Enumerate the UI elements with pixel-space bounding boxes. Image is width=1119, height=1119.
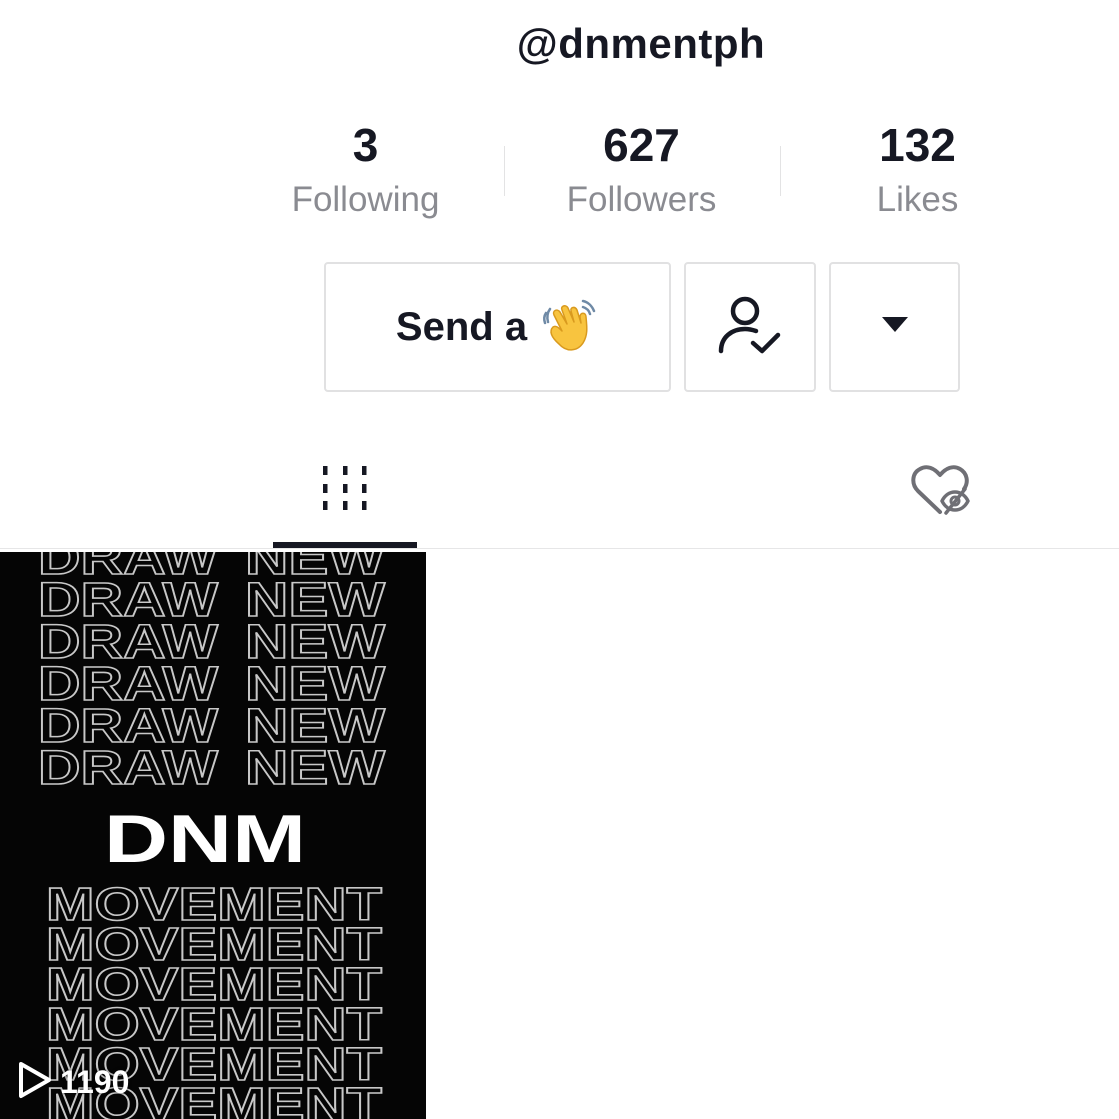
following-status-button[interactable] [684, 262, 816, 392]
view-count-value: 1190 [60, 1064, 130, 1100]
profile-tabs [0, 440, 1119, 550]
stat-followers-label: Followers [566, 180, 717, 219]
tab-liked[interactable] [890, 440, 990, 540]
send-wave-label: Send a [395, 304, 528, 349]
cover-title: DNM [104, 801, 306, 877]
stat-likes[interactable]: 132 Likes [780, 118, 1055, 228]
video-thumbnail[interactable]: DRAW NEW DRAW NEW DRAW NEW DRAW NEW DRAW… [0, 552, 426, 1119]
waving-hand-icon [539, 297, 599, 357]
send-wave-button[interactable]: Send a [324, 262, 671, 392]
tab-divider [0, 548, 1119, 549]
stat-followers[interactable]: 627 Followers [504, 118, 779, 228]
stat-following-label: Following [291, 180, 440, 219]
profile-username: @dnmentph [516, 20, 766, 67]
cover-word-draw: DRAW [38, 742, 219, 795]
liked-hidden-icon [909, 462, 971, 523]
stat-following-count: 3 [352, 119, 379, 171]
profile-stats: 3 Following 627 Followers 132 Likes [228, 118, 1058, 228]
user-check-icon [715, 293, 785, 362]
stat-likes-count: 132 [879, 119, 956, 171]
stat-following[interactable]: 3 Following [228, 118, 503, 228]
caret-down-icon [881, 316, 909, 339]
more-options-button[interactable] [829, 262, 960, 392]
stat-followers-count: 627 [603, 119, 680, 171]
view-count: 1190 [16, 1060, 129, 1105]
cover-word-new: NEW [245, 742, 386, 795]
grid-icon [321, 464, 369, 517]
play-icon [16, 1060, 54, 1105]
tab-videos[interactable] [273, 440, 417, 548]
stat-likes-label: Likes [876, 180, 959, 219]
video-cover-art: DRAW NEW DRAW NEW DRAW NEW DRAW NEW DRAW… [37, 552, 386, 1119]
